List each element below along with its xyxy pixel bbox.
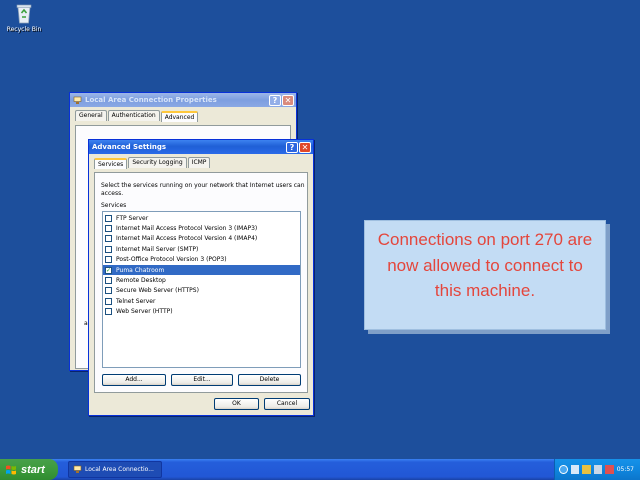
service-row[interactable]: Remote Desktop [103, 275, 300, 285]
service-checkbox[interactable] [105, 214, 112, 222]
service-label: Telnet Server [116, 297, 156, 305]
tab-security-logging[interactable]: Security Logging [128, 157, 187, 168]
service-checkbox[interactable] [105, 277, 112, 285]
tray-connection-icon[interactable] [605, 465, 614, 474]
help-button[interactable]: ? [269, 94, 281, 106]
help-button[interactable]: ? [286, 141, 298, 153]
service-label: Remote Desktop [116, 277, 166, 285]
tab-services[interactable]: Services [94, 158, 128, 169]
service-label: Web Server (HTTP) [116, 308, 173, 316]
edit-button[interactable]: Edit... [171, 374, 233, 386]
service-label: Internet Mail Access Protocol Version 4 … [116, 235, 258, 243]
service-checkbox[interactable] [105, 297, 112, 305]
adv-title: Advanced Settings [92, 143, 167, 151]
system-tray: 05:57 [554, 459, 640, 480]
service-checkbox[interactable] [105, 287, 112, 295]
service-checkbox[interactable] [105, 235, 112, 243]
recycle-bin-icon [16, 4, 32, 24]
service-checkbox[interactable] [105, 225, 112, 233]
tray-network-icon[interactable] [570, 465, 580, 474]
windows-logo-icon [6, 465, 16, 474]
taskbar-item-lac[interactable]: Local Area Connectio... [68, 461, 162, 478]
ok-button[interactable]: OK [214, 398, 259, 410]
services-description: Select the services running on your netw… [101, 182, 305, 197]
delete-button[interactable]: Delete [238, 374, 301, 386]
network-icon [73, 465, 82, 473]
service-label: FTP Server [116, 214, 149, 222]
tray-volume-icon[interactable] [593, 465, 603, 474]
service-row[interactable]: ✓ Puma Chatroom [103, 264, 300, 276]
tray-security-icon[interactable] [582, 465, 591, 474]
taskbar: start Local Area Connectio... 05:57 [0, 459, 640, 480]
service-row[interactable]: Internet Mail Access Protocol Version 4 … [103, 234, 300, 244]
recycle-bin[interactable]: Recycle Bin [6, 2, 42, 33]
tab-authentication[interactable]: Authentication [107, 110, 160, 121]
service-row[interactable]: FTP Server [103, 213, 300, 223]
service-row[interactable]: Internet Mail Server (SMTP) [103, 244, 300, 254]
service-checkbox[interactable] [105, 256, 112, 264]
service-label: Secure Web Server (HTTPS) [116, 287, 199, 295]
network-icon [73, 96, 82, 104]
tray-arrow-icon[interactable] [559, 465, 568, 474]
service-checkbox[interactable] [105, 308, 112, 316]
recycle-bin-label: Recycle Bin [6, 26, 42, 33]
close-button[interactable]: ✕ [282, 94, 294, 106]
service-label: Post-Office Protocol Version 3 (POP3) [116, 256, 227, 264]
start-label: start [21, 463, 45, 476]
taskbar-item-label: Local Area Connectio... [85, 466, 154, 473]
service-checkbox[interactable] [105, 245, 112, 253]
service-row[interactable]: Web Server (HTTP) [103, 307, 300, 317]
cancel-button[interactable]: Cancel [264, 398, 310, 410]
tab-advanced[interactable]: Advanced [160, 111, 199, 122]
lac-titlebar[interactable]: Local Area Connection Properties ? ✕ [70, 93, 296, 107]
services-label: Services [101, 202, 127, 209]
adv-titlebar[interactable]: Advanced Settings ? ✕ [89, 140, 313, 154]
clock: 05:57 [616, 466, 634, 473]
add-button[interactable]: Add... [102, 374, 166, 386]
lac-title: Local Area Connection Properties [85, 96, 217, 104]
service-label: Puma Chatroom [116, 266, 165, 274]
tab-icmp[interactable]: ICMP [187, 157, 211, 168]
adv-tabs: Services Security Logging ICMP [89, 154, 313, 169]
service-label: Internet Mail Server (SMTP) [116, 245, 199, 253]
services-list[interactable]: FTP Server Internet Mail Access Protocol … [102, 211, 301, 368]
service-row[interactable]: Internet Mail Access Protocol Version 3 … [103, 223, 300, 233]
service-label: Internet Mail Access Protocol Version 3 … [116, 225, 258, 233]
service-row[interactable]: Telnet Server [103, 296, 300, 306]
tab-general[interactable]: General [75, 110, 107, 121]
advanced-settings-window[interactable]: Advanced Settings ? ✕ Services Security … [88, 139, 314, 416]
lac-tabs: General Authentication Advanced [70, 107, 296, 122]
service-row[interactable]: Secure Web Server (HTTPS) [103, 286, 300, 296]
service-row[interactable]: Post-Office Protocol Version 3 (POP3) [103, 255, 300, 265]
close-button[interactable]: ✕ [299, 141, 311, 153]
info-message: Connections on port 270 are now allowed … [364, 220, 606, 330]
service-checkbox[interactable]: ✓ [105, 266, 112, 274]
start-button[interactable]: start [0, 459, 58, 480]
